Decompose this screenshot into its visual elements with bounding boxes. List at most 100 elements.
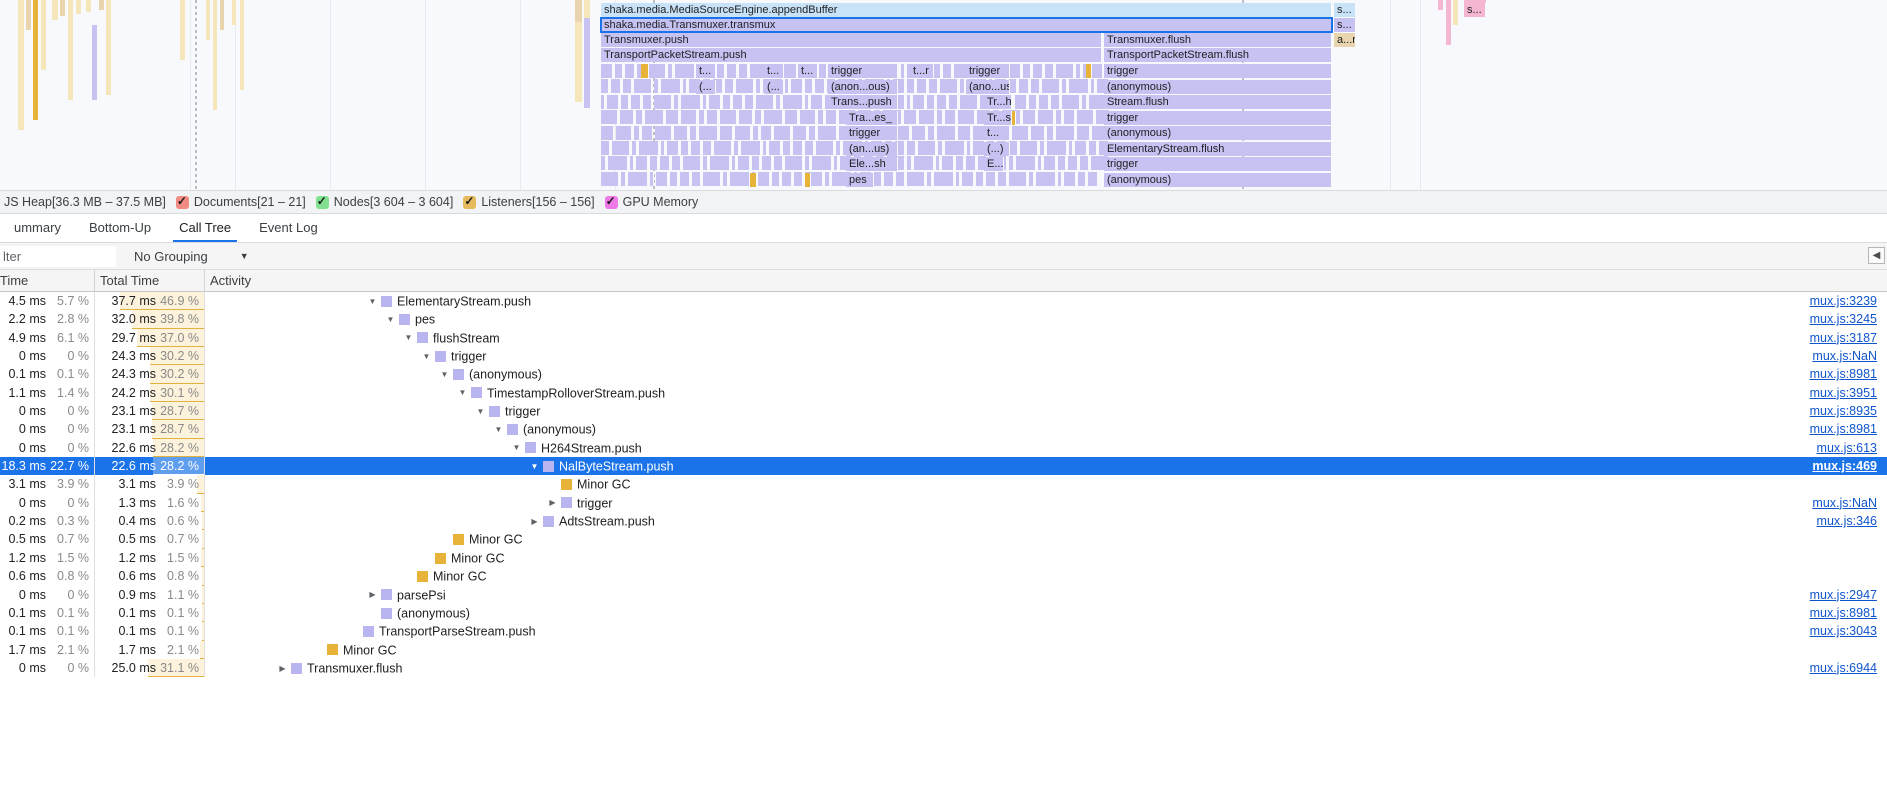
flame-bar[interactable] <box>976 171 984 186</box>
flame-bar[interactable] <box>761 125 772 140</box>
flame-bar[interactable]: Transmuxer.push <box>601 33 1102 47</box>
flame-bar[interactable] <box>666 110 679 125</box>
tab-call-tree[interactable]: Call Tree <box>165 214 245 242</box>
flame-bar[interactable] <box>628 171 648 186</box>
flame-bar[interactable] <box>723 171 728 186</box>
table-row[interactable]: 0 ms 0 % 1.3 ms 1.6 % trigger mux.js:NaN <box>0 493 1887 513</box>
flame-bar[interactable] <box>739 110 753 125</box>
flame-bar[interactable] <box>703 141 712 155</box>
flame-bar[interactable] <box>710 156 730 171</box>
flame-bar[interactable] <box>648 64 666 78</box>
flame-bar[interactable]: pes <box>846 173 874 187</box>
flame-bar[interactable] <box>1009 64 1021 78</box>
flame-bar[interactable] <box>601 79 609 94</box>
flame-bar[interactable] <box>896 171 905 186</box>
flame-bar[interactable] <box>1009 156 1014 171</box>
flame-bar[interactable] <box>660 156 670 171</box>
flame-bar[interactable] <box>960 94 978 109</box>
cell-activity[interactable]: (anonymous) <box>205 365 542 383</box>
flame-bar[interactable] <box>960 79 965 94</box>
flame-bar[interactable] <box>601 156 606 171</box>
flame-bar[interactable] <box>616 125 632 140</box>
flame-bar-micro[interactable] <box>52 0 58 20</box>
flame-bar[interactable]: (... <box>764 80 784 94</box>
flame-bar[interactable] <box>825 171 830 186</box>
cell-activity[interactable]: NalByteStream.push <box>205 457 674 475</box>
flame-bar[interactable] <box>884 171 894 186</box>
flame-bar[interactable] <box>732 156 736 171</box>
flame-bar-micro[interactable] <box>86 0 91 12</box>
flame-bar[interactable] <box>785 79 789 94</box>
flame-bar[interactable] <box>654 79 659 94</box>
flame-bar[interactable] <box>680 171 690 186</box>
flame-bar[interactable]: trigger <box>828 64 898 78</box>
flame-bar[interactable] <box>735 125 751 140</box>
flame-bar[interactable] <box>1082 94 1087 109</box>
flame-bar[interactable] <box>785 110 798 125</box>
flame-bar[interactable] <box>755 110 762 125</box>
flame-bar[interactable] <box>793 141 803 155</box>
flame-bar[interactable] <box>1015 94 1027 109</box>
cell-activity[interactable]: pes <box>205 310 435 328</box>
flame-bar[interactable]: a...r <box>1334 33 1356 47</box>
flame-bar[interactable] <box>703 171 721 186</box>
flame-bar[interactable] <box>636 156 648 171</box>
chevron-right-icon[interactable] <box>367 586 378 604</box>
legend-item[interactable]: Nodes[3 604 – 3 604] <box>315 194 453 209</box>
chevron-right-icon[interactable] <box>547 494 558 512</box>
flame-bar[interactable] <box>674 125 688 140</box>
flame-bar[interactable] <box>601 125 614 140</box>
sidebar-toggle-button[interactable]: ◀ <box>1868 247 1885 264</box>
flame-bar[interactable] <box>937 125 956 140</box>
flame-bar[interactable] <box>907 171 925 186</box>
flame-bar[interactable] <box>874 171 882 186</box>
cell-activity[interactable]: H264Stream.push <box>205 439 642 457</box>
chevron-right-icon[interactable] <box>277 660 288 678</box>
flame-bar[interactable] <box>650 156 658 171</box>
flame-bar[interactable] <box>904 110 917 125</box>
flame-bar[interactable] <box>901 64 905 78</box>
check-icon[interactable] <box>315 194 329 209</box>
flame-bar[interactable] <box>623 79 632 94</box>
table-row[interactable]: 0.6 ms 0.8 % 0.6 ms 0.8 % Minor GC <box>0 567 1887 586</box>
flame-bar[interactable] <box>956 171 960 186</box>
cell-activity[interactable]: trigger <box>205 347 486 365</box>
flame-bar[interactable] <box>834 156 838 171</box>
flame-bar[interactable] <box>793 125 807 140</box>
flame-bar[interactable] <box>914 156 934 171</box>
flame-bar[interactable] <box>962 171 974 186</box>
flame-bar[interactable] <box>938 141 943 155</box>
flame-bar[interactable] <box>717 64 725 78</box>
flame-bar[interactable] <box>1020 141 1038 155</box>
flame-bar[interactable] <box>774 156 783 171</box>
flame-bar[interactable] <box>1088 171 1098 186</box>
flame-bar[interactable] <box>733 94 743 109</box>
chevron-down-icon[interactable] <box>421 348 432 366</box>
chevron-down-icon[interactable] <box>529 458 540 476</box>
flame-bar[interactable] <box>927 94 935 109</box>
cell-activity[interactable]: TimestampRolloverStream.push <box>205 384 665 402</box>
flame-bar[interactable]: trigger <box>1104 64 1332 78</box>
source-link[interactable]: mux.js:3187 <box>1810 329 1877 347</box>
legend-item[interactable]: JS Heap[36.3 MB – 37.5 MB] <box>4 195 166 209</box>
flame-bar[interactable] <box>670 171 678 186</box>
flame-bar[interactable]: Tra...es_ <box>846 111 898 125</box>
flame-bar-micro[interactable] <box>584 0 590 18</box>
flame-bar[interactable]: t... <box>984 126 1010 140</box>
flame-bar[interactable] <box>986 171 996 186</box>
flame-bar[interactable] <box>756 94 774 109</box>
flame-bar[interactable] <box>699 110 705 125</box>
source-link[interactable]: mux.js:NaN <box>1812 347 1877 365</box>
cell-activity[interactable]: (anonymous) <box>205 420 596 438</box>
flame-bar[interactable] <box>783 141 791 155</box>
flame-bar-micro[interactable] <box>240 0 244 90</box>
flame-bar[interactable] <box>1029 94 1037 109</box>
flame-bar[interactable]: (anonymous) <box>1104 126 1332 140</box>
flame-bar[interactable]: Stream.flush <box>1104 95 1332 109</box>
flame-bar[interactable] <box>958 125 971 140</box>
chevron-down-icon[interactable] <box>457 384 468 402</box>
cell-activity[interactable]: trigger <box>205 402 540 420</box>
flame-bar[interactable] <box>608 156 628 171</box>
flame-bar[interactable] <box>1033 64 1043 78</box>
flame-bar[interactable] <box>692 171 701 186</box>
